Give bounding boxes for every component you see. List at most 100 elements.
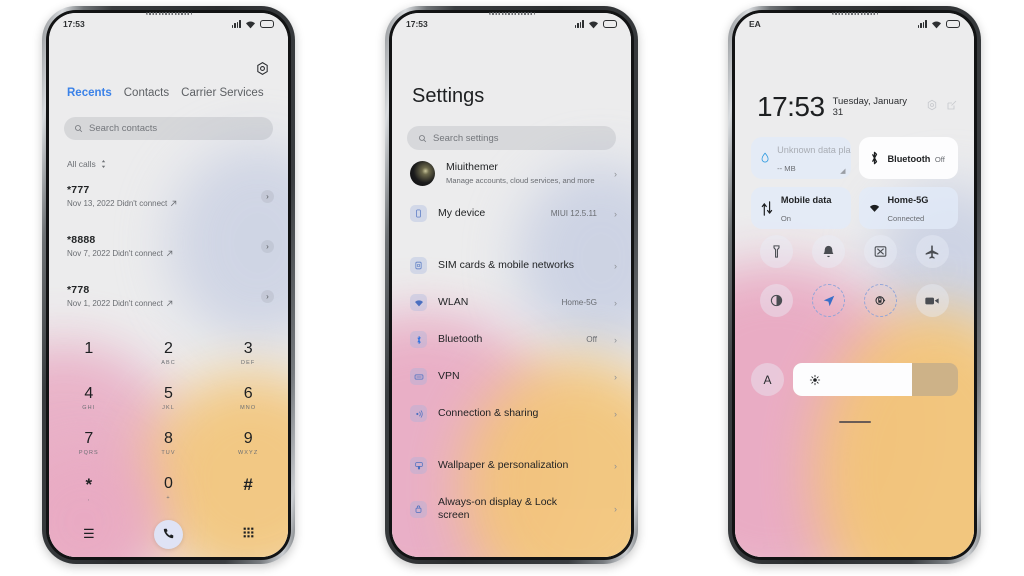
tile-mobile-data[interactable]: Mobile data On xyxy=(751,187,851,229)
clock-date: Tuesday, January 31 xyxy=(832,96,908,118)
brightness-slider-fill xyxy=(793,363,912,396)
tile-subtitle: On xyxy=(780,214,792,223)
chevron-right-icon: › xyxy=(614,260,617,271)
outgoing-call-arrow-icon xyxy=(171,200,177,207)
call-log-row[interactable]: *777 Nov 13, 2022 Didn't connect › xyxy=(49,177,288,215)
earpiece-grille xyxy=(831,12,878,15)
dialpad-key-5[interactable]: 5 JKL xyxy=(162,386,175,412)
tab-carrier-services[interactable]: Carrier Services xyxy=(181,87,263,99)
call-log-row[interactable]: *8888 Nov 7, 2022 Didn't connect › xyxy=(49,227,288,265)
dialpad-key-8[interactable]: 8 TUV xyxy=(161,431,175,457)
bluetooth-icon xyxy=(871,151,877,165)
outgoing-call-arrow-icon xyxy=(166,300,173,307)
control-center-screen: EA 17:53 Tuesday, January 31 Unknown dat… xyxy=(735,13,974,557)
chevron-right-icon: › xyxy=(614,334,617,345)
tile-title: Unknown data plan xyxy=(777,145,851,155)
quick-toggle-grid xyxy=(751,235,958,317)
phone-bezel: 17:53 Recents Contacts Carrier Services … xyxy=(46,10,291,560)
settings-row-sim-cards[interactable]: SIM cards & mobile networks › xyxy=(392,257,631,274)
location-icon[interactable] xyxy=(812,284,846,317)
call-detail: Nov 13, 2022 Didn't connect xyxy=(67,199,261,208)
settings-phone: 17:53 Settings Search settings Miuitheme… xyxy=(385,6,638,564)
dialer-menu-button[interactable]: ☰ xyxy=(83,526,95,542)
tab-contacts[interactable]: Contacts xyxy=(124,87,169,99)
status-icons xyxy=(231,20,274,29)
earpiece-grille xyxy=(488,12,535,15)
dialpad-key-9[interactable]: 9 WXYZ xyxy=(238,431,258,457)
data-drop-icon xyxy=(761,152,769,163)
status-bar: 17:53 xyxy=(49,13,288,35)
call-log-row[interactable]: *778 Nov 1, 2022 Didn't connect › xyxy=(49,277,288,315)
auto-rotate-icon[interactable] xyxy=(863,284,897,317)
sim-card-icon xyxy=(410,257,427,274)
settings-row-bluetooth[interactable]: Bluetooth Off › xyxy=(392,331,631,348)
airplane-mode-icon[interactable] xyxy=(915,235,949,268)
tile-subtitle: -- MB xyxy=(777,164,796,173)
auto-brightness-button[interactable]: A xyxy=(751,363,784,396)
brightness-slider[interactable] xyxy=(793,363,958,396)
dialpad-key-7[interactable]: 7 PQRS xyxy=(79,431,99,457)
screen-recorder-icon[interactable] xyxy=(915,284,949,317)
call-detail-chevron[interactable]: › xyxy=(261,239,274,253)
dialpad-key-0[interactable]: 0 + xyxy=(164,476,173,502)
avatar xyxy=(410,161,435,186)
search-settings-input[interactable]: Search settings xyxy=(407,126,616,150)
settings-row-vpn[interactable]: VPN › xyxy=(392,368,631,385)
settings-row-always-on-display[interactable]: Always-on display & Lock screen › xyxy=(392,496,631,522)
mobile-data-arrows-icon xyxy=(761,200,773,216)
settings-screen: 17:53 Settings Search settings Miuitheme… xyxy=(392,13,631,557)
settings-row-my-device[interactable]: My device MIUI 12.5.11 › xyxy=(392,205,631,222)
dark-mode-icon[interactable] xyxy=(760,284,794,317)
settings-row-wlan[interactable]: WLAN Home-5G › xyxy=(392,294,631,311)
call-detail-chevron[interactable]: › xyxy=(261,289,274,303)
dialpad: 1 2 ABC 3 DEF 4 GHI 5 JKL 6 MNO 7 PQRS 8… xyxy=(49,331,288,557)
tile-title: Bluetooth xyxy=(887,154,931,164)
dialpad-key-6[interactable]: 6 MNO xyxy=(240,386,256,412)
dialpad-key-star[interactable]: * , xyxy=(86,476,93,503)
dialpad-key-1[interactable]: 1 xyxy=(84,340,93,367)
signal-bars-icon xyxy=(574,20,584,28)
call-number: *777 xyxy=(67,184,90,196)
settings-row-connection-sharing[interactable]: Connection & sharing › xyxy=(392,405,631,422)
tile-bluetooth[interactable]: Bluetooth Off xyxy=(858,137,958,179)
screenshot-icon[interactable] xyxy=(863,235,897,268)
settings-list: Miuithemer Manage accounts, cloud servic… xyxy=(392,161,631,557)
settings-row-account[interactable]: Miuithemer Manage accounts, cloud servic… xyxy=(392,161,631,186)
tab-recents[interactable]: Recents xyxy=(67,87,112,99)
dialpad-key-3[interactable]: 3 DEF xyxy=(241,340,255,367)
status-icons xyxy=(917,20,960,29)
tile-data-plan[interactable]: Unknown data plan -- MB ◢ xyxy=(751,137,851,179)
search-contacts-input[interactable]: Search contacts xyxy=(64,117,273,140)
bell-ringtone-icon[interactable] xyxy=(812,235,846,268)
lock-icon xyxy=(410,500,427,518)
dialpad-key-4[interactable]: 4 GHI xyxy=(82,386,95,412)
settings-gear-icon[interactable] xyxy=(926,98,938,116)
call-filter-button[interactable]: All calls xyxy=(67,159,107,169)
dialer-settings-button[interactable] xyxy=(255,61,270,81)
page-title: Settings xyxy=(412,85,485,107)
dialpad-grid-icon xyxy=(243,528,254,538)
chevron-right-icon: › xyxy=(614,208,617,219)
gear-icon xyxy=(257,62,268,75)
settings-row-label: SIM cards & mobile networks xyxy=(438,258,574,271)
clock-time: 17:53 xyxy=(757,91,825,122)
call-detail-chevron[interactable]: › xyxy=(261,189,274,203)
dialpad-key-hash[interactable]: # xyxy=(243,476,252,503)
flashlight-icon[interactable] xyxy=(760,235,794,268)
make-call-button[interactable] xyxy=(153,519,183,549)
settings-row-label: VPN xyxy=(438,369,460,382)
settings-row-value: Off xyxy=(586,335,597,344)
recent-calls-list: *777 Nov 13, 2022 Didn't connect › *8888… xyxy=(49,177,288,315)
earpiece-grille xyxy=(145,12,192,15)
tile-wifi[interactable]: Home-5G Connected xyxy=(858,187,958,229)
settings-row-wallpaper[interactable]: Wallpaper & personalization › xyxy=(392,457,631,474)
brightness-sun-icon xyxy=(809,374,821,385)
dialpad-key-2[interactable]: 2 ABC xyxy=(161,340,176,367)
edit-pencil-icon[interactable] xyxy=(946,98,958,116)
settings-row-label: Always-on display & Lock screen xyxy=(438,496,558,522)
chevron-right-icon: › xyxy=(614,168,617,179)
dialer-screen: 17:53 Recents Contacts Carrier Services … xyxy=(49,13,288,557)
call-number: *8888 xyxy=(67,234,96,246)
tile-title: Home-5G xyxy=(887,195,929,205)
dialpad-toggle-button[interactable] xyxy=(242,526,255,542)
